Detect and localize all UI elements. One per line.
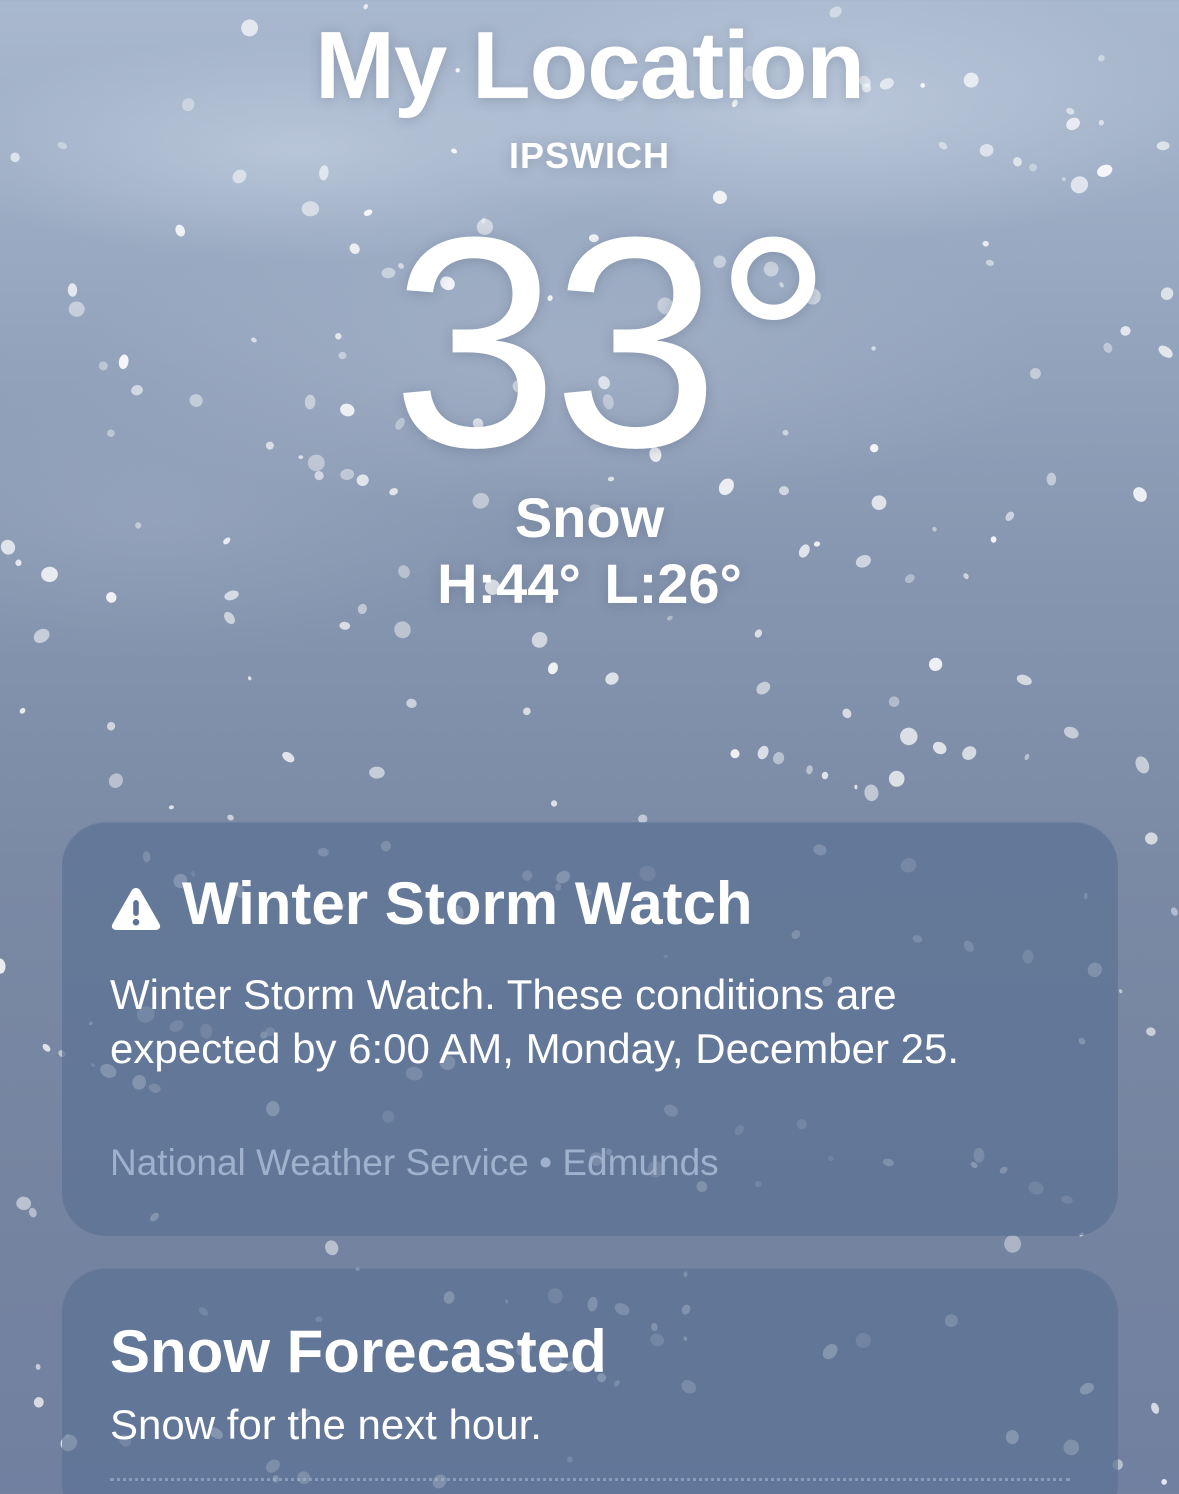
- alert-title-row: Winter Storm Watch: [110, 874, 753, 934]
- location-title: My Location: [314, 12, 865, 119]
- snowflake: [0, 958, 6, 974]
- snowflake: [28, 1207, 37, 1218]
- warning-triangle-icon: [110, 881, 162, 930]
- high-low-temperature: H:44° L:26°: [437, 552, 742, 615]
- snowflake: [932, 741, 947, 755]
- snowflake: [1145, 832, 1158, 845]
- snowflake: [1024, 753, 1030, 761]
- snowflake: [406, 698, 417, 709]
- snowflake: [773, 752, 785, 765]
- snowflake: [888, 770, 905, 787]
- snowflake: [854, 784, 858, 790]
- snowflake: [1135, 756, 1150, 774]
- snowflake: [363, 4, 368, 10]
- snowflake: [108, 773, 123, 788]
- forecast-title: Snow Forecasted: [110, 1318, 607, 1385]
- snowflake: [394, 621, 411, 639]
- alert-description: Winter Storm Watch. These conditions are…: [110, 971, 960, 1072]
- snowflake: [1004, 1235, 1022, 1253]
- snowflake: [754, 629, 763, 638]
- snowflake: [35, 1363, 41, 1370]
- snowflake: [548, 662, 558, 675]
- snowflake: [325, 1240, 339, 1256]
- precipitation-forecast-card[interactable]: Snow Forecasted Snow for the next hour.: [62, 1268, 1118, 1494]
- snowflake: [888, 696, 900, 708]
- snowflake: [900, 727, 918, 746]
- snowflake: [1098, 119, 1104, 126]
- snowflake: [756, 681, 771, 695]
- forecast-description: Snow for the next hour.: [110, 1401, 542, 1448]
- snowflake: [19, 707, 26, 714]
- snowflake: [531, 632, 548, 648]
- snowflake: [821, 771, 829, 780]
- snowflake: [168, 805, 174, 810]
- current-temperature: 33°: [391, 174, 834, 510]
- snowflake: [1118, 989, 1123, 994]
- snowflake: [842, 708, 852, 719]
- snowflake: [1161, 1479, 1167, 1485]
- snowflake: [1063, 726, 1079, 739]
- snowflake: [282, 751, 295, 763]
- snowflake: [666, 615, 673, 621]
- snowflake: [1170, 907, 1178, 916]
- snowflake: [962, 746, 977, 760]
- snowflake: [16, 1196, 32, 1211]
- snowflake: [369, 766, 385, 779]
- severe-weather-alert-card[interactable]: Winter Storm Watch Winter Storm Watch. T…: [62, 822, 1118, 1236]
- snowflake: [1016, 674, 1032, 686]
- location-subtitle: IPSWICH: [508, 135, 670, 176]
- snowflake: [864, 784, 879, 802]
- snowflake: [1146, 1027, 1156, 1037]
- snowflake: [806, 765, 813, 775]
- snowflake: [33, 628, 50, 643]
- forecast-divider: [110, 1478, 1070, 1481]
- snowflake: [605, 672, 619, 685]
- current-condition: Snow: [514, 486, 665, 549]
- snowflake: [224, 611, 235, 625]
- snowflake: [523, 707, 531, 716]
- alert-source[interactable]: National Weather Service • Edmunds: [110, 1144, 719, 1181]
- alert-title: Winter Storm Watch: [182, 870, 753, 937]
- snowflake: [550, 800, 558, 807]
- snowflake: [227, 814, 234, 821]
- snowflake: [339, 621, 351, 630]
- snowflake: [247, 676, 252, 681]
- snowflake: [106, 721, 116, 731]
- snowflake: [730, 749, 740, 759]
- snowflake: [1061, 176, 1066, 182]
- snowflake: [42, 1043, 51, 1052]
- snowflake: [33, 1397, 44, 1408]
- snowflake: [1066, 117, 1080, 131]
- snowflake: [757, 745, 769, 760]
- snowflake: [1151, 1402, 1160, 1414]
- snowflake: [928, 657, 943, 672]
